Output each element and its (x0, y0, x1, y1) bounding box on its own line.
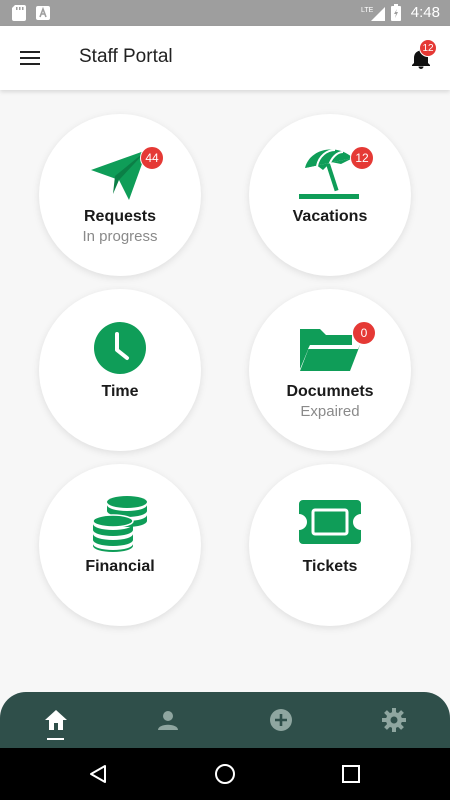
person-icon (158, 711, 178, 730)
financial-tile[interactable]: Financial (39, 464, 201, 626)
documents-tile[interactable]: 0 Documnets Expaired (249, 289, 411, 451)
status-bar: LTE 4:48 (0, 0, 450, 26)
requests-badge: 44 (140, 146, 164, 170)
menu-button[interactable] (14, 44, 46, 72)
page-title: Staff Portal (79, 46, 173, 67)
ticket-icon (299, 500, 361, 544)
vacations-badge: 12 (350, 146, 374, 170)
network-type: LTE (361, 7, 374, 14)
coins-icon (92, 496, 147, 552)
nav-add[interactable] (267, 706, 295, 734)
recents-button[interactable] (337, 760, 365, 788)
active-tab-indicator (47, 738, 64, 740)
back-button[interactable] (84, 760, 112, 788)
nav-home[interactable] (42, 706, 70, 734)
financial-label: Financial (85, 558, 155, 575)
app-bar: Staff Portal 12 (0, 26, 450, 90)
documents-label: Documnets (286, 383, 374, 400)
status-time: 4:48 (410, 4, 440, 21)
notification-badge: 12 (419, 39, 437, 57)
text-a-icon (36, 6, 50, 20)
notifications-button[interactable]: 12 (404, 39, 438, 76)
bottom-navigation (0, 692, 450, 748)
clock-icon (94, 322, 146, 374)
sd-card-icon (12, 5, 26, 21)
tickets-label: Tickets (302, 558, 358, 575)
requests-subtitle: In progress (82, 228, 158, 245)
back-triangle-icon (90, 765, 106, 783)
add-circle-icon (270, 709, 292, 731)
requests-label: Requests (83, 208, 157, 225)
settings-icon (382, 708, 406, 732)
nav-settings[interactable] (380, 706, 408, 734)
signal-icon: LTE (361, 6, 385, 21)
home-button[interactable] (211, 760, 239, 788)
vacations-label: Vacations (292, 208, 368, 225)
documents-badge: 0 (352, 321, 376, 345)
nav-profile[interactable] (154, 706, 182, 734)
battery-icon (390, 4, 401, 21)
home-icon (45, 710, 67, 730)
system-navigation-bar (0, 748, 450, 800)
hamburger-menu-icon (20, 51, 40, 65)
home-circle-icon (215, 764, 235, 784)
vacations-tile[interactable]: 12 Vacations (249, 114, 411, 276)
documents-subtitle: Expaired (300, 403, 360, 420)
tickets-tile[interactable]: Tickets (249, 464, 411, 626)
time-label: Time (101, 383, 139, 400)
recents-square-icon (342, 765, 360, 783)
time-tile[interactable]: Time (39, 289, 201, 451)
requests-tile[interactable]: 44 Requests In progress (39, 114, 201, 276)
